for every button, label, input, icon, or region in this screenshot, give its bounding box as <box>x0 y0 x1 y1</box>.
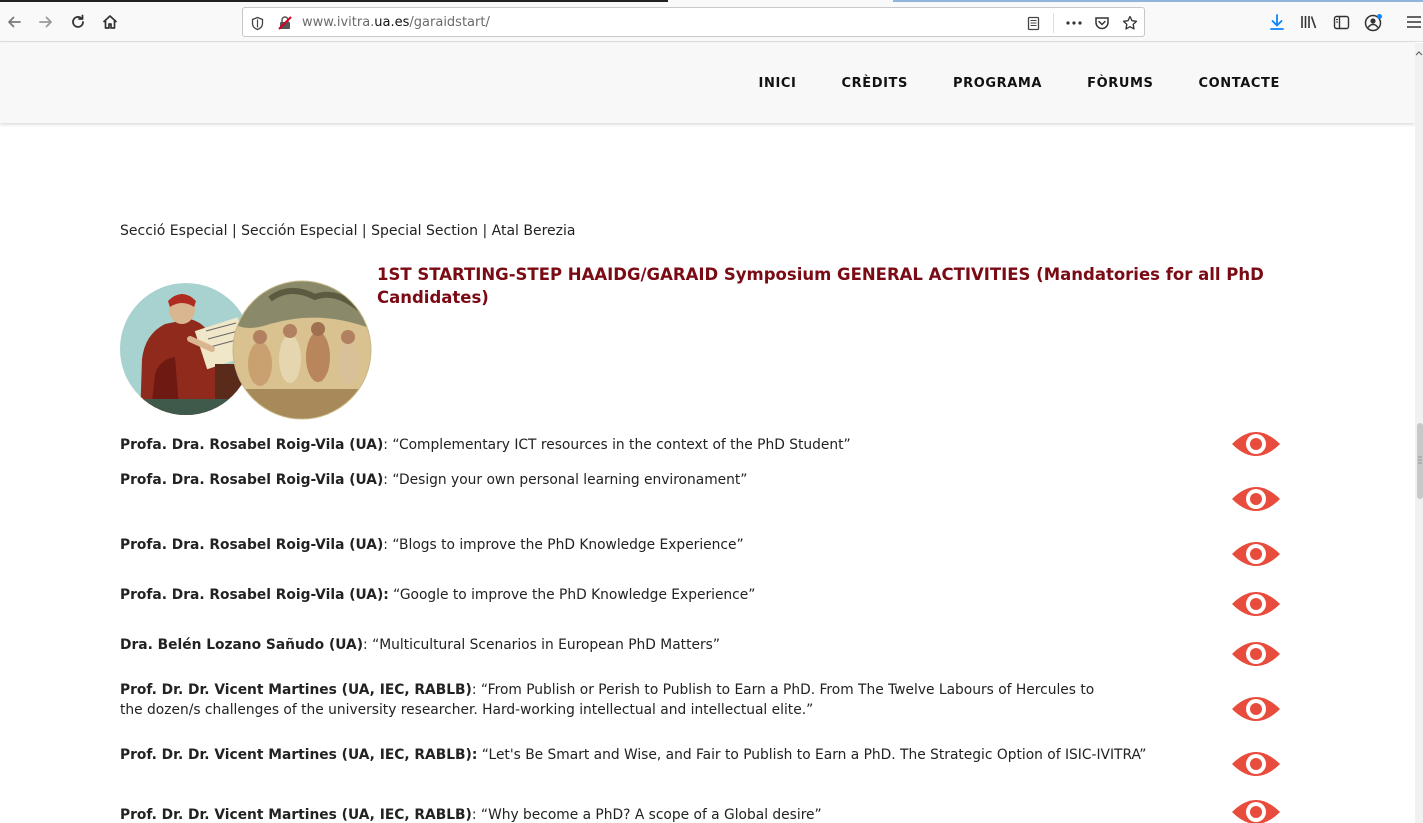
activity-separator: : <box>471 682 481 698</box>
activity-separator: : <box>383 537 393 553</box>
view-eye-icon[interactable] <box>1231 429 1281 459</box>
page-title: 1ST STARTING-STEP HAAIDG/GARAID Symposiu… <box>377 265 1264 307</box>
tab-strip-line-2 <box>893 0 1423 2</box>
activity-speaker: Profa. Dra. Rosabel Roig-Vila (UA) <box>120 437 384 453</box>
activity-talk: “Why become a PhD? A scope of a Global d… <box>480 807 822 823</box>
urlbar-separator <box>1053 13 1054 33</box>
activity-speaker: Prof. Dr. Dr. Vicent Martines (UA, IEC, … <box>120 747 478 763</box>
forward-arrow-icon <box>39 16 52 28</box>
activity-row: Profa. Dra. Rosabel Roig-Vila (UA): “Goo… <box>120 585 1120 605</box>
activity-row: Dra. Belén Lozano Sañudo (UA): “Multicul… <box>120 635 1120 655</box>
activity-row: Profa. Dra. Rosabel Roig-Vila (UA): “Des… <box>120 470 1120 490</box>
library-icon <box>1301 16 1317 29</box>
activity-talk: “Design your own personal learning envir… <box>392 472 748 488</box>
view-eye-icon[interactable] <box>1231 797 1281 823</box>
url-bar[interactable]: www.ivitra.ua.es/garaidstart/ <box>242 7 1145 37</box>
browser-toolbar: www.ivitra.ua.es/garaidstart/ <box>0 0 1423 42</box>
home-button[interactable] <box>97 9 123 35</box>
main-nav: INICI CRÈDITS PROGRAMA FÒRUMS CONTACTE <box>714 76 1280 91</box>
activity-speaker: Profa. Dra. Rosabel Roig-Vila (UA) <box>120 537 384 553</box>
reader-view-icon[interactable] <box>1024 14 1042 32</box>
forward-button[interactable] <box>33 9 59 35</box>
insecure-lock-icon[interactable] <box>276 14 294 32</box>
back-arrow-icon <box>8 16 21 28</box>
sidebar-button[interactable] <box>1330 11 1352 33</box>
activity-separator: : <box>383 472 393 488</box>
nav-item-inici[interactable]: INICI <box>759 76 797 91</box>
view-eye-icon[interactable] <box>1231 694 1281 724</box>
menu-button[interactable] <box>1403 11 1423 33</box>
activity-talk: “Let's Be Smart and Wise, and Fair to Pu… <box>481 747 1147 763</box>
activity-separator: : <box>383 437 393 453</box>
nav-item-programa[interactable]: PROGRAMA <box>953 76 1042 91</box>
activity-talk: “Complementary ICT resources in the cont… <box>392 437 851 453</box>
activity-separator: : <box>363 637 373 653</box>
bookmark-star-icon[interactable] <box>1121 14 1139 32</box>
view-eye-icon[interactable] <box>1231 639 1281 669</box>
library-button[interactable] <box>1298 11 1320 33</box>
download-icon <box>1270 14 1284 30</box>
activity-row: Prof. Dr. Dr. Vicent Martines (UA, IEC, … <box>120 745 1200 765</box>
activity-row: Profa. Dra. Rosabel Roig-Vila (UA): “Blo… <box>120 535 1120 555</box>
nav-item-contacte[interactable]: CONTACTE <box>1199 76 1280 91</box>
activity-row: Prof. Dr. Dr. Vicent Martines (UA, IEC, … <box>120 680 1120 720</box>
section-breadcrumb[interactable]: Secció Especial | Sección Especial | Spe… <box>120 223 575 239</box>
account-icon <box>1364 13 1382 31</box>
nav-item-forums[interactable]: FÒRUMS <box>1087 76 1153 91</box>
activity-talk: “Blogs to improve the PhD Knowledge Expe… <box>392 537 744 553</box>
reload-icon <box>72 14 84 28</box>
hamburger-menu-icon <box>1407 16 1421 28</box>
account-button[interactable] <box>1362 11 1384 33</box>
activity-speaker: Profa. Dra. Rosabel Roig-Vila (UA) <box>120 472 384 488</box>
activity-speaker: Prof. Dr. Dr. Vicent Martines (UA, IEC, … <box>120 682 472 698</box>
downloads-button[interactable] <box>1266 11 1288 33</box>
view-eye-icon[interactable] <box>1231 749 1281 779</box>
reload-button[interactable] <box>65 9 91 35</box>
site-header: INICI CRÈDITS PROGRAMA FÒRUMS CONTACTE <box>0 43 1415 123</box>
back-button[interactable] <box>1 9 27 35</box>
sidebar-icon <box>1333 15 1349 29</box>
medieval-scholars-image <box>120 280 372 420</box>
tab-strip-line <box>0 0 668 2</box>
activity-talk: “Multicultural Scenarios in European PhD… <box>372 637 720 653</box>
home-icon <box>102 15 118 29</box>
scroll-up-arrow[interactable] <box>1415 45 1423 56</box>
view-eye-icon[interactable] <box>1231 484 1281 514</box>
activity-speaker: Prof. Dr. Dr. Vicent Martines (UA, IEC, … <box>120 807 472 823</box>
activity-separator: : <box>471 807 481 823</box>
activity-talk: “Google to improve the PhD Knowledge Exp… <box>393 587 756 603</box>
nav-item-credits[interactable]: CRÈDITS <box>841 76 908 91</box>
activity-row: Profa. Dra. Rosabel Roig-Vila (UA): “Com… <box>120 435 1120 455</box>
activity-speaker: Profa. Dra. Rosabel Roig-Vila (UA): <box>120 587 389 603</box>
view-eye-icon[interactable] <box>1231 539 1281 569</box>
view-eye-icon[interactable] <box>1231 589 1281 619</box>
activity-row: Prof. Dr. Dr. Vicent Martines (UA, IEC, … <box>120 805 1120 823</box>
page-actions-icon[interactable] <box>1065 14 1083 32</box>
url-text[interactable]: www.ivitra.ua.es/garaidstart/ <box>302 15 490 30</box>
site-info-icon[interactable] <box>248 14 266 32</box>
pocket-icon[interactable] <box>1093 14 1111 32</box>
activity-speaker: Dra. Belén Lozano Sañudo (UA) <box>120 637 364 653</box>
scrollbar-thumb[interactable] <box>1417 423 1423 499</box>
